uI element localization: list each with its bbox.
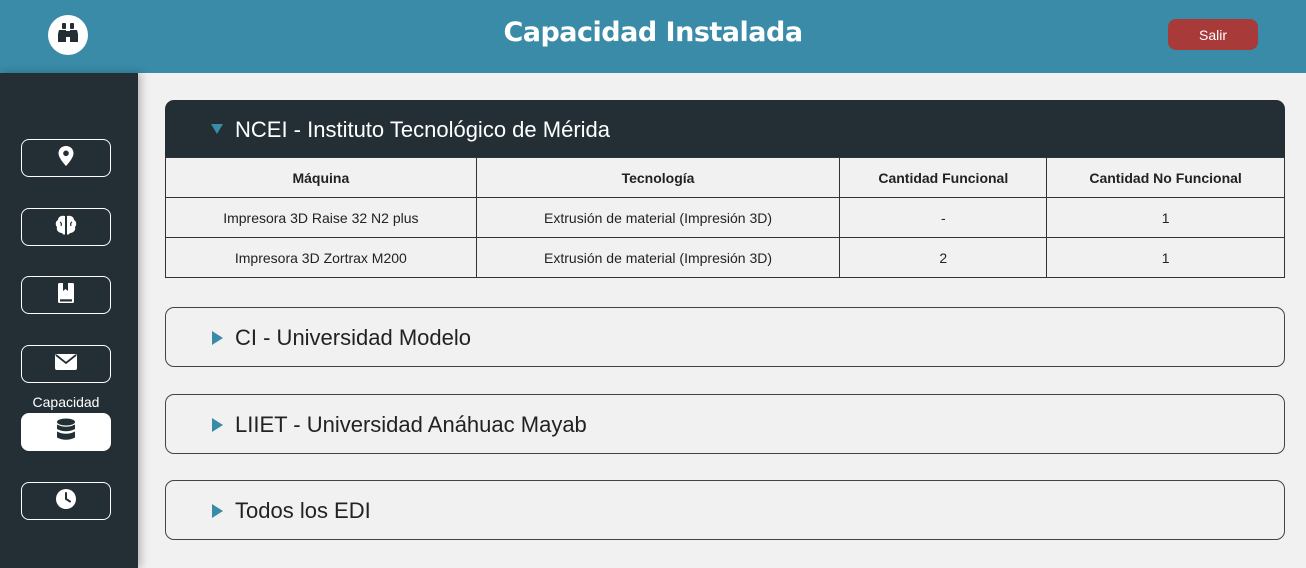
clock-icon	[55, 488, 77, 515]
logout-button[interactable]: Salir	[1168, 19, 1258, 50]
sidebar-item-location[interactable]	[21, 139, 111, 177]
accordion-panel-liiet[interactable]: LIIET - Universidad Anáhuac Mayab	[165, 394, 1285, 454]
location-pin-icon	[57, 145, 75, 172]
sidebar-item-contact[interactable]	[21, 345, 111, 383]
page-title: Capacidad Instalada	[503, 17, 803, 48]
accordion-panel-todos[interactable]: Todos los EDI	[165, 480, 1285, 540]
sidebar-item-brain[interactable]	[21, 208, 111, 246]
sidebar-item-label: Capacidad	[32, 394, 100, 410]
sidebar-item-history[interactable]	[21, 482, 111, 520]
caret-right-icon	[212, 418, 223, 432]
panel-title: CI - Universidad Modelo	[235, 325, 471, 350]
table-cell: 2	[839, 237, 1048, 278]
caret-right-icon	[212, 331, 223, 345]
column-header: Tecnología	[475, 157, 841, 198]
table-row: Impresora 3D Zortrax M200 Extrusión de m…	[165, 237, 1285, 278]
accordion-panel-ci[interactable]: CI - Universidad Modelo	[165, 307, 1285, 367]
table-cell: Extrusión de material (Impresión 3D)	[475, 237, 841, 278]
database-icon	[56, 418, 76, 447]
caret-right-icon	[212, 504, 223, 518]
table-cell: 1	[1046, 197, 1285, 238]
sidebar-item-publications[interactable]	[21, 276, 111, 314]
panel-title: LIIET - Universidad Anáhuac Mayab	[235, 412, 587, 437]
accordion-panel-ncei: NCEI - Instituto Tecnológico de Mérida M…	[165, 100, 1285, 278]
column-header: Cantidad No Funcional	[1046, 157, 1285, 198]
table-cell: Extrusión de material (Impresión 3D)	[475, 197, 841, 238]
top-header: Capacidad Instalada Salir	[0, 0, 1306, 73]
table-cell: Impresora 3D Zortrax M200	[165, 237, 477, 278]
table-cell: 1	[1046, 237, 1285, 278]
table-header-row: Máquina Tecnología Cantidad Funcional Ca…	[165, 157, 1285, 198]
table-row: Impresora 3D Raise 32 N2 plus Extrusión …	[165, 197, 1285, 238]
envelope-icon	[54, 353, 78, 376]
main-content: NCEI - Instituto Tecnológico de Mérida M…	[138, 73, 1306, 568]
column-header: Máquina	[165, 157, 477, 198]
sidebar-item-capacidad[interactable]	[21, 413, 111, 451]
capacity-table: Máquina Tecnología Cantidad Funcional Ca…	[165, 157, 1285, 278]
brain-icon	[54, 214, 78, 241]
panel-title: NCEI - Instituto Tecnológico de Mérida	[235, 117, 610, 142]
sidebar: Capacidad	[0, 73, 138, 568]
column-header: Cantidad Funcional	[839, 157, 1048, 198]
table-cell: -	[839, 197, 1048, 238]
accordion-header[interactable]: NCEI - Instituto Tecnológico de Mérida	[165, 100, 1285, 157]
panel-title: Todos los EDI	[235, 498, 371, 523]
table-cell: Impresora 3D Raise 32 N2 plus	[165, 197, 477, 238]
caret-down-icon	[211, 124, 223, 134]
book-bookmark-icon	[56, 282, 76, 309]
